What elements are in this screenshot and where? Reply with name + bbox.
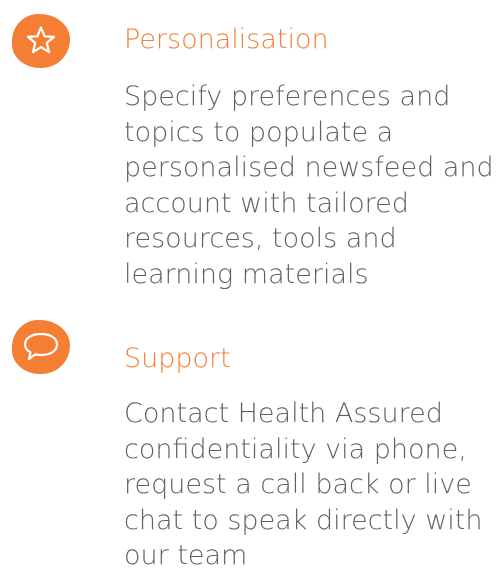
feature-title: Support: [124, 343, 231, 374]
feature-personalisation: Personalisation Specify preferences and …: [0, 0, 497, 310]
star-icon: [26, 26, 56, 54]
feature-description: Contact Health Assured confidentiality v…: [124, 398, 483, 571]
feature-title: Personalisation: [124, 24, 329, 55]
feature-description: Specify preferences and topics to popula…: [124, 81, 494, 290]
star-icon-badge: [12, 14, 70, 68]
speech-bubble-icon-badge: [12, 320, 70, 374]
speech-bubble-icon: [23, 332, 59, 361]
feature-support: Support Contact Health Assured confident…: [0, 316, 497, 583]
